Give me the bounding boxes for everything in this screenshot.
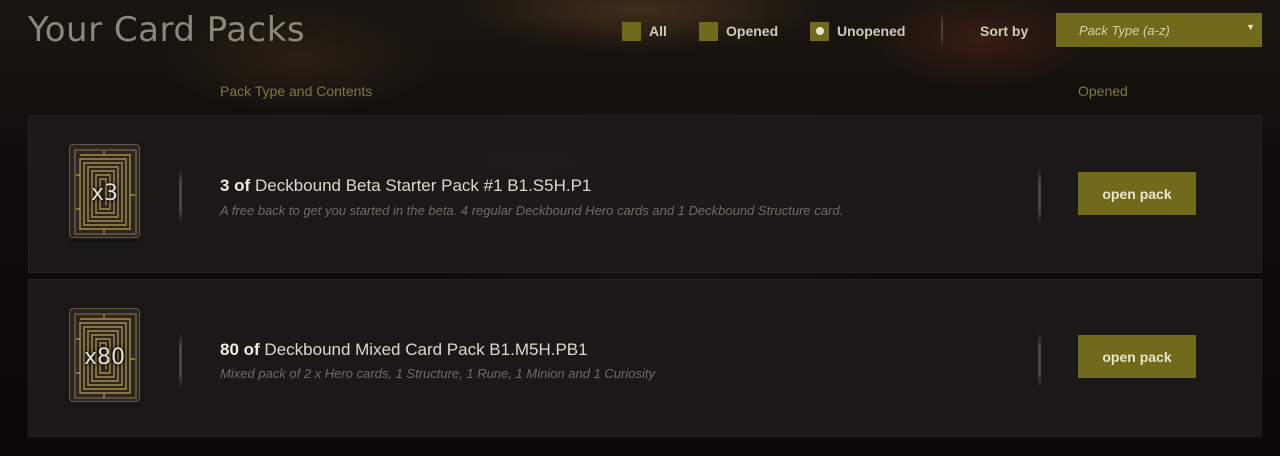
pack-quantity: 3 of [220,176,251,195]
row-divider [1038,169,1041,223]
sort-label: Sort by [980,23,1029,39]
filter-opened[interactable]: Opened [699,21,778,41]
row-divider [179,169,182,223]
row-divider [1038,333,1041,387]
header-divider [941,12,943,48]
header: Your Card Packs All Opened Unopened Sort… [0,0,1280,64]
column-header-pack-type: Pack Type and Contents [220,83,373,99]
selected-dot-icon [815,27,824,35]
pack-count-badge: x3 [90,181,119,206]
filter-all[interactable]: All [622,21,667,41]
pack-name: Deckbound Mixed Card Pack B1.M5H.PB1 [264,340,588,359]
open-pack-button[interactable]: open pack [1078,335,1196,378]
pack-description: Mixed pack of 2 x Hero cards, 1 Structur… [220,366,655,381]
filter-all-label: All [649,23,667,39]
dropdown-arrow-icon: ▼ [1246,22,1255,32]
filter-opened-checkbox[interactable] [699,21,718,41]
card-pack-icon: x3 [69,144,140,238]
open-pack-button[interactable]: open pack [1078,172,1196,215]
page-title: Your Card Packs [28,10,306,50]
column-header-opened: Opened [1078,83,1128,99]
pack-row: x80 80 of Deckbound Mixed Card Pack B1.M… [28,279,1262,437]
pack-quantity: 80 of [220,340,260,359]
card-pack-icon: x80 [69,308,140,402]
pack-title: 80 of Deckbound Mixed Card Pack B1.M5H.P… [220,340,588,360]
filter-opened-label: Opened [726,23,779,39]
pack-name: Deckbound Beta Starter Pack #1 B1.S5H.P1 [254,176,592,195]
pack-title: 3 of Deckbound Beta Starter Pack #1 B1.S… [220,176,591,196]
row-divider [179,333,182,387]
filter-unopened[interactable]: Unopened [810,21,905,41]
pack-description: A free back to get you started in the be… [220,203,844,218]
sort-dropdown[interactable]: Pack Type (a-z) ▼ [1056,13,1262,47]
filter-unopened-label: Unopened [837,23,906,39]
filter-unopened-checkbox[interactable] [810,21,829,41]
pack-count-badge: x80 [83,345,125,370]
filter-all-checkbox[interactable] [622,21,641,41]
sort-value: Pack Type (a-z) [1079,22,1170,38]
pack-row: x3 3 of Deckbound Beta Starter Pack #1 B… [28,115,1262,273]
